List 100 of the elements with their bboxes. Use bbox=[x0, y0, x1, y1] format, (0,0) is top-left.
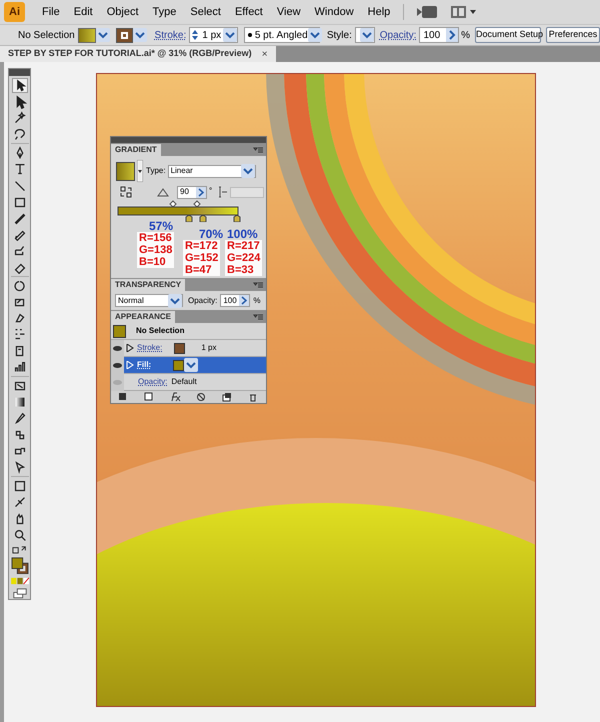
opacity-field[interactable]: 100 bbox=[419, 27, 460, 43]
stroke-color-swatch[interactable] bbox=[174, 342, 186, 354]
attribute-value: Default bbox=[171, 376, 197, 388]
close-tab-button[interactable]: × bbox=[262, 46, 268, 62]
trash-icon[interactable] bbox=[248, 392, 259, 402]
menu-item[interactable]: Type bbox=[146, 4, 184, 20]
dropdown-caret-icon[interactable] bbox=[96, 28, 110, 42]
layout-icon[interactable] bbox=[450, 4, 478, 20]
menu-item[interactable]: Effect bbox=[228, 4, 270, 20]
menu-item[interactable]: View bbox=[270, 4, 308, 20]
document-tab[interactable]: STEP BY STEP FOR TUTORIAL.ai* @ 31% (RGB/Preview) × bbox=[0, 46, 276, 62]
fill-swatch[interactable] bbox=[78, 28, 96, 42]
fill-color-swatch[interactable] bbox=[173, 360, 184, 370]
rgb-value: R=172 bbox=[185, 240, 218, 252]
panel-menu-icon[interactable] bbox=[252, 280, 264, 290]
clear-icon[interactable] bbox=[196, 392, 207, 402]
menu-item[interactable]: Object bbox=[100, 4, 146, 20]
dropdown-caret-icon[interactable] bbox=[168, 294, 182, 308]
rgb-value: G=152 bbox=[185, 252, 218, 264]
arrow-right-icon[interactable] bbox=[196, 186, 206, 198]
rgb-value: B=33 bbox=[227, 264, 255, 276]
menu-item[interactable]: Window bbox=[308, 4, 361, 20]
blend-mode-value: Normal bbox=[118, 294, 144, 306]
style-label: Style: bbox=[326, 28, 352, 42]
dropdown-caret-icon[interactable] bbox=[222, 28, 237, 42]
duplicate-icon[interactable] bbox=[222, 392, 233, 402]
toolbar-button[interactable]: Document Setup bbox=[475, 27, 542, 43]
stop-percent-label: 57% bbox=[149, 220, 174, 232]
reverse-gradient-icon[interactable] bbox=[119, 185, 133, 199]
color-modes-icon[interactable] bbox=[10, 577, 30, 586]
rgb-value: B=10 bbox=[139, 256, 167, 268]
aspect-ratio-field[interactable] bbox=[230, 186, 264, 198]
panel-menu-icon[interactable] bbox=[252, 145, 264, 155]
opacity-field[interactable]: 100 bbox=[220, 294, 250, 307]
arrow-right-icon[interactable] bbox=[239, 295, 250, 306]
rgb-value: G=224 bbox=[227, 252, 260, 264]
panel-menu-icon[interactable] bbox=[252, 312, 264, 322]
selection-status: No Selection bbox=[18, 28, 76, 42]
fill-stroke-swatches-icon[interactable] bbox=[10, 556, 30, 574]
opacity-label: Opacity: bbox=[188, 294, 218, 306]
menu-item[interactable]: File bbox=[35, 4, 67, 20]
angle-value: 90 bbox=[179, 186, 190, 198]
stroke-weight-value: 1 px bbox=[202, 28, 222, 42]
attribute-link[interactable]: Stroke: bbox=[137, 342, 162, 354]
panel-tab[interactable]: TRANSPARENCY bbox=[111, 279, 186, 291]
type-value: Linear bbox=[170, 165, 193, 177]
type-label: Type: bbox=[146, 165, 166, 177]
stroke-weight-field[interactable]: 1 px bbox=[189, 27, 238, 43]
appearance-row[interactable]: Fill: bbox=[111, 357, 266, 374]
attribute-value: 1 px bbox=[201, 342, 216, 354]
appearance-thumbnail bbox=[113, 324, 126, 338]
document-title: STEP BY STEP FOR TUTORIAL.ai* @ 31% (RGB/Preview) bbox=[8, 47, 252, 60]
rgb-value: G=138 bbox=[139, 244, 172, 256]
dropdown-caret-icon[interactable] bbox=[184, 358, 198, 372]
stop-percent-label: 100% bbox=[227, 228, 258, 240]
new-fill-icon[interactable] bbox=[144, 392, 156, 402]
brush-field[interactable]: 5 pt. Angled bbox=[244, 27, 320, 43]
rgb-value: R=217 bbox=[227, 240, 260, 252]
stroke-swatch[interactable] bbox=[116, 28, 133, 42]
panel-title-bar[interactable] bbox=[9, 69, 30, 76]
rgb-value: R=156 bbox=[139, 232, 172, 244]
stroke-link[interactable]: Stroke: bbox=[154, 28, 186, 42]
opacity-value: 100 bbox=[422, 28, 442, 42]
effects-icon[interactable] bbox=[170, 392, 182, 402]
swap-colors-icon[interactable] bbox=[10, 545, 28, 556]
dropdown-caret-icon[interactable] bbox=[240, 164, 255, 178]
gradient-swatch[interactable] bbox=[116, 162, 135, 180]
menu-item[interactable]: Help bbox=[360, 4, 398, 20]
swatch-menu-icon[interactable] bbox=[137, 160, 143, 182]
dropdown-caret-icon[interactable] bbox=[360, 28, 374, 42]
menu-item[interactable]: Edit bbox=[66, 4, 100, 20]
arrow-right-icon[interactable] bbox=[446, 28, 458, 42]
percent-sign: % bbox=[461, 28, 470, 42]
toolbar-button[interactable]: Preferences bbox=[546, 27, 600, 43]
menu-item[interactable]: Select bbox=[183, 4, 228, 20]
opacity-value: 100 bbox=[222, 294, 238, 306]
opacity-link[interactable]: Opacity: bbox=[380, 28, 416, 42]
dropdown-caret-icon[interactable] bbox=[132, 28, 147, 42]
spinner-icon[interactable] bbox=[190, 28, 200, 42]
panel-tab[interactable]: APPEARANCE bbox=[111, 311, 176, 323]
aspect-ratio-icon bbox=[218, 186, 228, 198]
type-dropdown[interactable]: Linear bbox=[168, 164, 256, 178]
style-field[interactable] bbox=[354, 27, 375, 43]
percent-sign: % bbox=[253, 294, 260, 306]
rotate-icon[interactable] bbox=[12, 278, 28, 293]
attribute-link[interactable]: Fill: bbox=[137, 359, 152, 371]
screen-mode-icon[interactable] bbox=[12, 588, 28, 600]
panel-tab[interactable]: GRADIENT bbox=[111, 144, 161, 156]
angle-icon bbox=[157, 187, 169, 197]
degree-sign: ° bbox=[209, 185, 212, 197]
stop-percent-label: 70% bbox=[199, 228, 224, 240]
dropdown-caret-icon[interactable] bbox=[308, 28, 322, 42]
expand-triangle-icon[interactable] bbox=[126, 344, 134, 352]
angle-field[interactable]: 90 bbox=[177, 186, 207, 198]
rgb-value: B=47 bbox=[185, 264, 213, 276]
appearance-header: No Selection bbox=[136, 325, 184, 337]
attribute-link[interactable]: Opacity: bbox=[138, 376, 168, 388]
app-logo: Ai bbox=[4, 2, 25, 22]
eye-icon[interactable] bbox=[111, 340, 124, 356]
blend-mode-dropdown[interactable]: Normal bbox=[115, 294, 183, 307]
